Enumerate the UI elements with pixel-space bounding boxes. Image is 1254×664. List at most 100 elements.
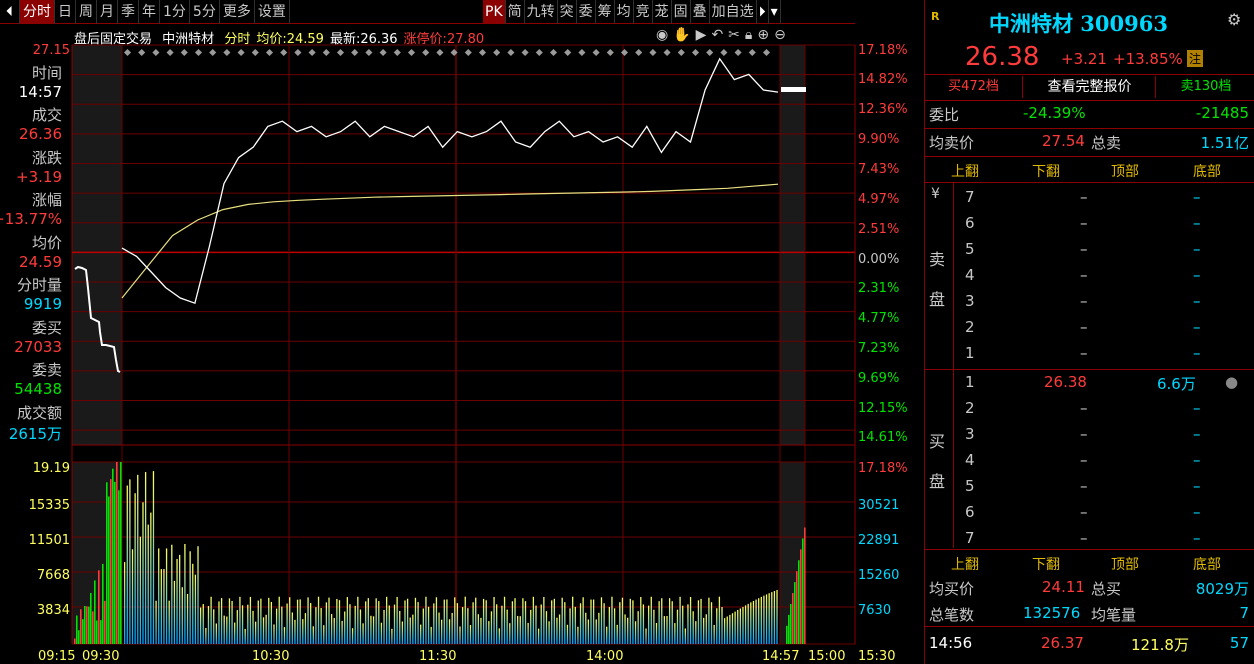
tab-period-3[interactable]: 月 bbox=[97, 0, 118, 24]
volume-bar bbox=[391, 628, 393, 644]
event-marker bbox=[223, 48, 231, 57]
volume-bar bbox=[82, 619, 84, 644]
add-watchlist-button[interactable]: 加自选 bbox=[710, 0, 757, 24]
event-markers bbox=[123, 48, 771, 57]
event-marker bbox=[706, 48, 714, 57]
tool-simple-button[interactable]: 简 bbox=[506, 0, 525, 24]
volume-bar bbox=[92, 611, 94, 644]
volume-bar bbox=[325, 602, 328, 644]
event-marker bbox=[734, 48, 742, 57]
volume-bar bbox=[731, 613, 734, 644]
tab-settings[interactable]: 设置 bbox=[255, 0, 290, 24]
volume-bar bbox=[338, 600, 341, 644]
volume-bar bbox=[158, 548, 160, 644]
event-marker bbox=[535, 48, 543, 57]
top-button-2[interactable]: 顶部 bbox=[1111, 554, 1139, 574]
volume-bar bbox=[194, 574, 197, 644]
volume-bar bbox=[600, 597, 603, 644]
level-price: – bbox=[1080, 318, 1088, 336]
volume-bar bbox=[556, 617, 558, 644]
chart-frame bbox=[72, 45, 805, 644]
tool-pk-button[interactable]: PK bbox=[483, 0, 506, 24]
tool-tu-button[interactable]: 突 bbox=[558, 0, 577, 24]
dropdown-icon[interactable]: ▾ bbox=[769, 0, 781, 24]
level-volume: – bbox=[1193, 344, 1201, 362]
level-price: – bbox=[1080, 425, 1088, 443]
volume-bar bbox=[716, 608, 718, 644]
tool-jiuzhuan-button[interactable]: 九转 bbox=[525, 0, 558, 24]
volume-bar bbox=[370, 615, 372, 644]
r-badge: R bbox=[931, 10, 940, 23]
volume-bar bbox=[94, 580, 96, 644]
full-quote-button[interactable]: 查看完整报价 bbox=[1024, 76, 1156, 98]
level-volume: – bbox=[1193, 399, 1201, 417]
event-marker bbox=[464, 48, 472, 57]
tab-more[interactable]: 更多 bbox=[220, 0, 255, 24]
tab-period-5[interactable]: 年 bbox=[139, 0, 160, 24]
volume-bar bbox=[231, 600, 233, 644]
volume-bar bbox=[606, 626, 608, 644]
top-button[interactable]: 顶部 bbox=[1111, 161, 1139, 181]
volume-bar bbox=[744, 605, 747, 644]
tab-period-1[interactable]: 日 bbox=[55, 0, 76, 24]
volume-bar bbox=[189, 551, 191, 644]
collapse-left-icon[interactable]: ⏴ bbox=[0, 0, 20, 24]
bottom-button[interactable]: 底部 bbox=[1193, 161, 1221, 181]
tab-period-7[interactable]: 5分 bbox=[190, 0, 220, 24]
event-marker bbox=[138, 48, 146, 57]
volume-bar bbox=[514, 598, 516, 644]
level-no: 7 bbox=[965, 188, 975, 206]
event-marker bbox=[620, 48, 629, 57]
page-down-button[interactable]: 下翻 bbox=[1032, 161, 1060, 181]
volume-bar bbox=[501, 605, 503, 644]
level-no: 6 bbox=[965, 503, 975, 521]
level-no: 4 bbox=[965, 451, 975, 469]
volume-bar bbox=[422, 608, 424, 644]
tool-jing-button[interactable]: 竞 bbox=[634, 0, 653, 24]
collapse-right-icon[interactable]: ⏵ bbox=[757, 0, 769, 24]
tool-jun-button[interactable]: 均 bbox=[615, 0, 634, 24]
event-marker bbox=[606, 48, 614, 57]
volume-bar bbox=[430, 626, 432, 644]
volume-bar bbox=[758, 598, 760, 644]
volume-bar bbox=[226, 616, 228, 644]
volume-bar bbox=[257, 600, 259, 644]
tab-period-0[interactable]: 分时 bbox=[20, 0, 55, 24]
volume-bar bbox=[262, 617, 265, 644]
page-up-button-2[interactable]: 上翻 bbox=[951, 554, 979, 574]
volume-bar bbox=[663, 616, 666, 644]
bottom-button-2[interactable]: 底部 bbox=[1193, 554, 1221, 574]
level-price: 26.38 bbox=[1044, 373, 1087, 391]
volume-bar bbox=[619, 602, 621, 644]
tab-period-6[interactable]: 1分 bbox=[160, 0, 190, 24]
tab-period-2[interactable]: 周 bbox=[76, 0, 97, 24]
tool-gu-button[interactable]: 固 bbox=[672, 0, 691, 24]
tool-overlay-button[interactable]: 叠 bbox=[691, 0, 710, 24]
intraday-chart[interactable]: 27.15 17.18% 14.82% 12.36% 9.90% 7.43% 4… bbox=[0, 40, 924, 664]
buy-levels-button[interactable]: 买472档 bbox=[925, 76, 1023, 98]
y-axis-labels: 27.15 17.18% 14.82% 12.36% 9.90% 7.43% 4… bbox=[29, 43, 908, 618]
volume-bar bbox=[406, 598, 409, 644]
settings-gear-icon[interactable]: ⚙ bbox=[1227, 10, 1241, 29]
level-no: 6 bbox=[965, 214, 975, 232]
quote-price: 26.38 bbox=[965, 42, 1040, 72]
tool-wei-button[interactable]: 委 bbox=[577, 0, 596, 24]
tool-chou-button[interactable]: 筹 bbox=[596, 0, 615, 24]
volume-bar bbox=[461, 607, 464, 644]
page-down-button-2[interactable]: 下翻 bbox=[1032, 554, 1060, 574]
volume-bar bbox=[96, 620, 98, 644]
level-volume: – bbox=[1193, 477, 1201, 495]
volume-bar bbox=[763, 595, 765, 644]
tool-long-button[interactable]: 茏 bbox=[653, 0, 672, 24]
volume-bar bbox=[485, 600, 487, 644]
avg-sell-value: 27.54 bbox=[1042, 132, 1085, 150]
sell-levels-button[interactable]: 卖130档 bbox=[1157, 76, 1254, 98]
vol-right-label-1: 22891 bbox=[858, 533, 899, 548]
page-up-button[interactable]: 上翻 bbox=[951, 161, 979, 181]
volume-bar bbox=[84, 606, 86, 644]
volume-bar bbox=[703, 617, 705, 644]
tab-period-4[interactable]: 季 bbox=[118, 0, 139, 24]
volume-bar bbox=[344, 611, 346, 644]
volume-bar bbox=[742, 606, 744, 644]
volume-bar bbox=[323, 625, 325, 644]
